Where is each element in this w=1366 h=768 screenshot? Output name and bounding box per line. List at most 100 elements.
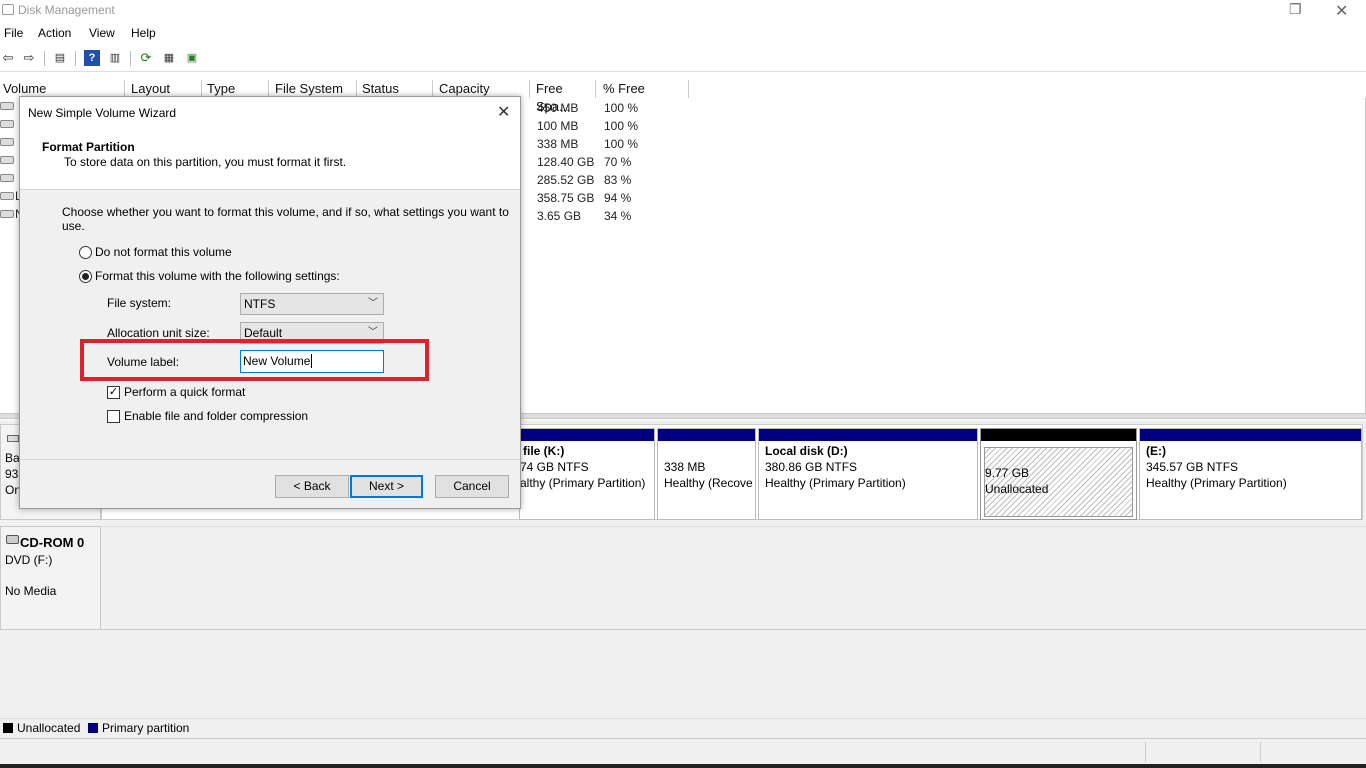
wizard-title: New Simple Volume Wizard — [28, 106, 177, 120]
free-space-cell: 3.65 GB — [537, 209, 582, 223]
percent-free-cell: 94 % — [604, 191, 632, 205]
partition-size: 9.77 GB — [985, 466, 1030, 480]
partition-status: Healthy (Recove — [664, 476, 753, 490]
cdrom-title: CD-ROM 0 — [20, 535, 85, 550]
wizard-heading: Format Partition — [42, 140, 135, 154]
title-bar: Disk Management ❐ ✕ — [0, 0, 1366, 22]
disk-0-name: Ba — [5, 451, 20, 465]
quick-format-label[interactable]: Perform a quick format — [124, 385, 245, 399]
partition-size: 338 MB — [664, 460, 706, 474]
wizard-divider — [20, 459, 520, 460]
drive-icon — [0, 192, 14, 200]
format-volume-label[interactable]: Format this volume with the following se… — [95, 269, 340, 283]
partition-name: Local disk (D:) — [765, 444, 848, 458]
partition-color-bar — [759, 429, 977, 441]
partition-status: Healthy (Primary Partition) — [765, 476, 906, 490]
next-button[interactable]: Next > — [350, 475, 423, 498]
partition-recovery[interactable]: 338 MB Healthy (Recove — [657, 428, 756, 520]
taskbar-edge — [0, 764, 1366, 768]
percent-free-cell: 100 % — [604, 137, 639, 151]
legend-unallocated-label: Unallocated — [17, 721, 81, 735]
cancel-button[interactable]: Cancel — [435, 475, 509, 498]
chevron-down-icon: ﹀ — [368, 298, 378, 309]
legend-primary-swatch — [88, 723, 98, 733]
quick-format-checkbox[interactable]: ✓ — [107, 386, 120, 399]
partition-d[interactable]: Local disk (D:) 380.86 GB NTFS Healthy (… — [758, 428, 978, 520]
column-percent-free[interactable]: % Free — [600, 80, 689, 98]
cdrom-drive: DVD (F:) — [5, 553, 53, 567]
legend-unallocated-swatch — [3, 723, 13, 733]
menu-file[interactable]: File — [4, 26, 23, 40]
cdrom-icon — [6, 535, 19, 544]
highlight-box — [80, 339, 429, 381]
help-icon[interactable]: ? — [84, 50, 100, 66]
console-tree-icon[interactable]: ▤ — [52, 50, 68, 66]
column-free-space[interactable]: Free Spa... — [533, 80, 596, 114]
allocation-unit-size-value: Default — [244, 326, 283, 340]
partition-size: 345.57 GB NTFS — [1146, 460, 1239, 474]
menu-bar: File Action View Help — [0, 24, 1366, 44]
percent-free-cell: 34 % — [604, 209, 632, 223]
partition-name: file (K:) — [523, 444, 565, 458]
drive-icon — [0, 102, 14, 110]
do-not-format-radio[interactable] — [79, 246, 92, 259]
toolbar-separator — [44, 51, 45, 66]
close-icon[interactable]: ✕ — [497, 102, 510, 122]
status-bar — [0, 738, 1366, 764]
show-pane-icon[interactable]: ▥ — [107, 50, 123, 66]
close-window-icon[interactable]: ✕ — [1335, 1, 1348, 21]
forward-arrow-icon[interactable]: ⇨ — [21, 50, 37, 66]
menu-view[interactable]: View — [89, 26, 115, 40]
free-space-cell: 100 MB — [537, 119, 579, 133]
compression-checkbox[interactable] — [107, 410, 120, 423]
partition-unallocated[interactable]: 9.77 GB Unallocated — [980, 428, 1137, 520]
partition-name: (E:) — [1146, 444, 1166, 458]
toolbar-separator — [75, 51, 76, 66]
disk-management-app-icon — [2, 4, 14, 15]
format-volume-radio[interactable] — [79, 270, 92, 283]
file-system-select[interactable]: NTFS ﹀ — [240, 293, 384, 315]
free-space-cell: 358.75 GB — [537, 191, 595, 205]
drive-icon — [0, 174, 14, 182]
menu-action[interactable]: Action — [38, 26, 71, 40]
partition-status: Unallocated — [985, 482, 1049, 496]
free-space-cell: 285.52 GB — [537, 173, 595, 187]
drive-icon — [0, 138, 14, 146]
refresh-icon[interactable]: ⟳ — [138, 50, 154, 66]
restore-icon[interactable]: ❐ — [1289, 1, 1302, 18]
partition-color-bar — [1140, 429, 1361, 441]
compression-label[interactable]: Enable file and folder compression — [124, 409, 308, 423]
wizard-subheading: To store data on this partition, you mus… — [64, 155, 347, 169]
legend-primary-label: Primary partition — [102, 721, 190, 735]
cdrom-media-status: No Media — [5, 584, 57, 598]
cdrom-0-label[interactable]: CD-ROM 0 DVD (F:) No Media — [0, 526, 101, 630]
drive-icon — [0, 120, 14, 128]
new-simple-volume-wizard: New Simple Volume Wizard ✕ Format Partit… — [19, 96, 521, 509]
partition-e[interactable]: (E:) 345.57 GB NTFS Healthy (Primary Par… — [1139, 428, 1362, 520]
allocation-unit-size-label: Allocation unit size: — [107, 326, 210, 340]
partition-status: Healthy (Primary Partition) — [1146, 476, 1287, 490]
percent-free-cell: 100 % — [604, 101, 639, 115]
do-not-format-label[interactable]: Do not format this volume — [95, 245, 232, 259]
partition-size: 380.86 GB NTFS — [765, 460, 858, 474]
cdrom-partition-strip — [101, 526, 1366, 630]
window-title: Disk Management — [18, 3, 115, 17]
status-divider — [1260, 742, 1261, 762]
properties-icon[interactable]: ▦ — [161, 50, 177, 66]
partition-k[interactable]: file (K:) 74 GB NTFS althy (Primary Part… — [519, 428, 655, 520]
rescan-disks-icon[interactable]: ▣ — [184, 50, 200, 66]
back-arrow-icon[interactable]: ⇦ — [0, 50, 16, 66]
menu-help[interactable]: Help — [131, 26, 156, 40]
partition-color-bar — [981, 429, 1136, 441]
file-system-label: File system: — [107, 296, 172, 310]
disk-icon — [7, 435, 19, 442]
free-space-cell: 128.40 GB — [537, 155, 595, 169]
back-button[interactable]: < Back — [275, 475, 349, 498]
partition-size: 74 GB NTFS — [520, 460, 589, 474]
partition-color-bar — [520, 429, 654, 441]
drive-icon — [0, 156, 14, 164]
wizard-instruction: Choose whether you want to format this v… — [62, 205, 509, 233]
legend: Unallocated Primary partition — [0, 718, 1366, 738]
partition-color-bar — [658, 429, 755, 441]
percent-free-cell: 100 % — [604, 119, 639, 133]
